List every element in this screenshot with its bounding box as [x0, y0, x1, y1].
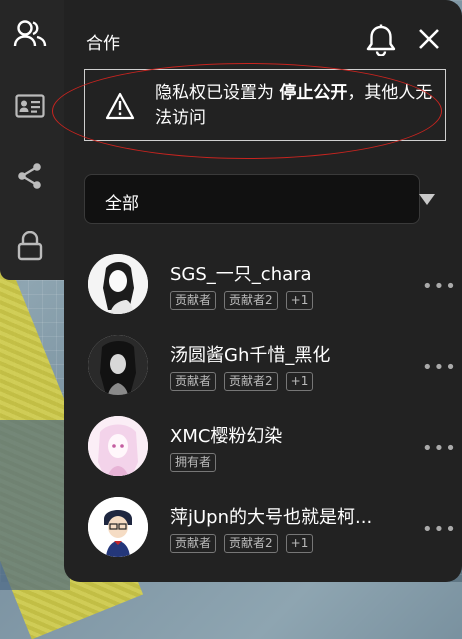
role-tag: 拥有者 — [170, 453, 217, 472]
member-item[interactable]: XMC樱粉幻染 拥有者 ••• — [64, 410, 462, 491]
role-tag: 贡献者 — [170, 534, 217, 553]
collaborators-icon[interactable] — [10, 14, 50, 54]
more-roles-tag: +1 — [285, 372, 314, 391]
contact-card-icon[interactable] — [10, 86, 50, 126]
role-tag: 贡献者2 — [224, 534, 278, 553]
member-name: SGS_一只_chara — [170, 264, 312, 285]
role-filter-select[interactable]: 全部 — [84, 174, 435, 224]
member-name: XMC樱粉幻染 — [170, 426, 283, 447]
privacy-notice-text: 隐私权已设置为 停止公开，其他人无法访问 — [155, 81, 435, 131]
panel-title: 合作 — [86, 34, 120, 54]
role-tag: 贡献者 — [170, 372, 217, 391]
warning-icon — [105, 92, 135, 124]
more-options-icon[interactable]: ••• — [422, 357, 457, 378]
avatar — [88, 254, 148, 314]
more-options-icon[interactable]: ••• — [422, 438, 457, 459]
privacy-notice: 隐私权已设置为 停止公开，其他人无法访问 — [84, 69, 446, 141]
more-roles-tag: +1 — [285, 291, 314, 310]
share-icon[interactable] — [10, 156, 50, 196]
more-options-icon[interactable]: ••• — [422, 276, 457, 297]
lock-icon[interactable] — [10, 226, 50, 266]
more-options-icon[interactable]: ••• — [422, 519, 457, 540]
sidebar — [0, 0, 64, 280]
member-item[interactable]: 萍jUpn的大号也就是柯... 贡献者 贡献者2 +1 ••• — [64, 491, 462, 572]
member-name: 汤圆酱Gh千惜_黑化 — [170, 345, 331, 366]
avatar — [88, 335, 148, 395]
bell-icon[interactable] — [364, 24, 398, 60]
collaboration-panel: 合作 隐私权已设置为 停止公开，其他人无法访问 全部 SGS_一只_chara … — [52, 0, 462, 582]
notice-status: 停止公开 — [279, 83, 348, 103]
member-name: 萍jUpn的大号也就是柯... — [170, 507, 373, 528]
avatar — [88, 497, 148, 557]
more-roles-tag: +1 — [285, 534, 314, 553]
panel-header: 合作 — [64, 0, 462, 70]
role-tag: 贡献者2 — [224, 372, 278, 391]
member-item[interactable]: 汤圆酱Gh千惜_黑化 贡献者 贡献者2 +1 ••• — [64, 329, 462, 410]
role-filter-value: 全部 — [105, 194, 139, 214]
avatar — [88, 416, 148, 476]
member-item[interactable]: SGS_一只_chara 贡献者 贡献者2 +1 ••• — [64, 248, 462, 329]
role-tag: 贡献者2 — [224, 291, 278, 310]
caret-down-icon — [419, 194, 435, 205]
close-icon[interactable] — [416, 26, 442, 56]
role-tag: 贡献者 — [170, 291, 217, 310]
member-list: SGS_一只_chara 贡献者 贡献者2 +1 ••• 汤圆酱Gh千惜_黑化 … — [64, 248, 462, 572]
background-blue-blocks — [0, 420, 70, 590]
notice-prefix: 隐私权已设置为 — [155, 83, 280, 103]
